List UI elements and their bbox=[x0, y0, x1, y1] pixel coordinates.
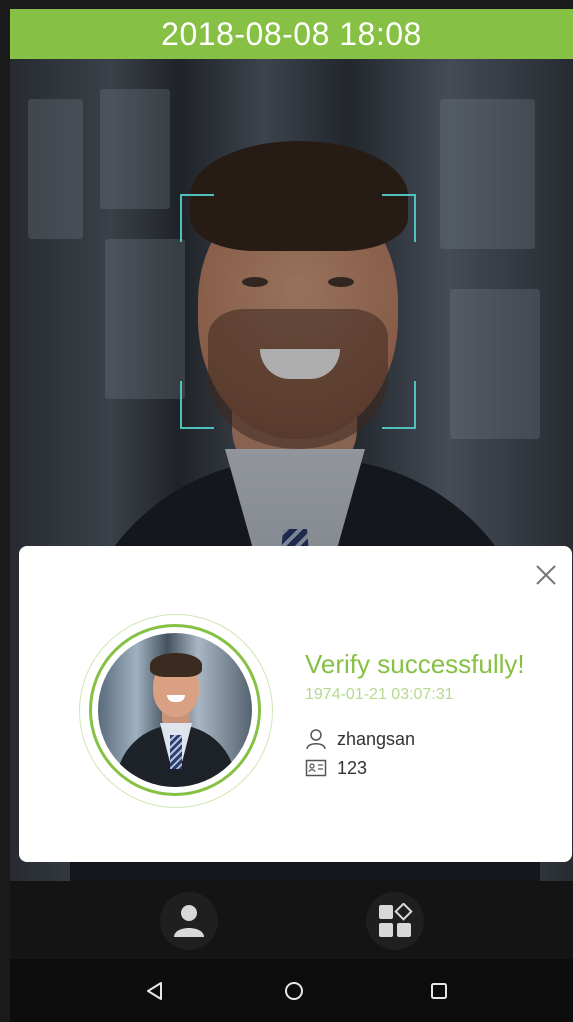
verify-result-dialog: Verify successfully! 1974-01-21 03:07:31… bbox=[19, 546, 572, 862]
user-name: zhangsan bbox=[337, 728, 416, 749]
verify-timestamp: 1974-01-21 03:07:31 bbox=[305, 686, 454, 703]
avatar-tie bbox=[170, 735, 182, 769]
nav-home-button[interactable] bbox=[280, 977, 308, 1005]
back-triangle-icon bbox=[147, 982, 162, 1000]
menu-button[interactable] bbox=[366, 892, 424, 950]
face-frame-corner-bottom-right bbox=[382, 381, 416, 429]
menu-grid-icon bbox=[379, 903, 413, 937]
avatar-hair bbox=[150, 653, 202, 677]
user-name-row: zhangsan bbox=[305, 727, 415, 751]
user-id: 123 bbox=[337, 757, 368, 778]
home-circle-icon bbox=[285, 982, 303, 1000]
user-id-row: 123 bbox=[305, 756, 367, 780]
face-frame-corner-top-right bbox=[382, 194, 416, 242]
datetime-header: 2018-08-08 18:08 bbox=[10, 9, 573, 59]
android-nav-bar bbox=[10, 959, 573, 1022]
nav-back-button[interactable] bbox=[141, 977, 169, 1005]
recent-square-icon bbox=[431, 983, 447, 999]
person-icon bbox=[174, 905, 204, 937]
avatar-ring bbox=[89, 624, 261, 796]
device-screen: 2018-08-08 18:08 Verify successfully! 19… bbox=[10, 9, 573, 1022]
verify-status-title: Verify successfully! bbox=[305, 649, 525, 679]
bottom-action-bar bbox=[10, 881, 573, 959]
id-card-icon bbox=[305, 759, 327, 777]
user-button[interactable] bbox=[160, 892, 218, 950]
close-button[interactable] bbox=[531, 560, 561, 590]
close-icon bbox=[536, 565, 556, 585]
user-outline-icon bbox=[306, 729, 326, 750]
avatar bbox=[98, 633, 252, 787]
nav-recent-button[interactable] bbox=[425, 977, 453, 1005]
face-frame-corner-bottom-left bbox=[180, 381, 214, 429]
face-frame-corner-top-left bbox=[180, 194, 214, 242]
